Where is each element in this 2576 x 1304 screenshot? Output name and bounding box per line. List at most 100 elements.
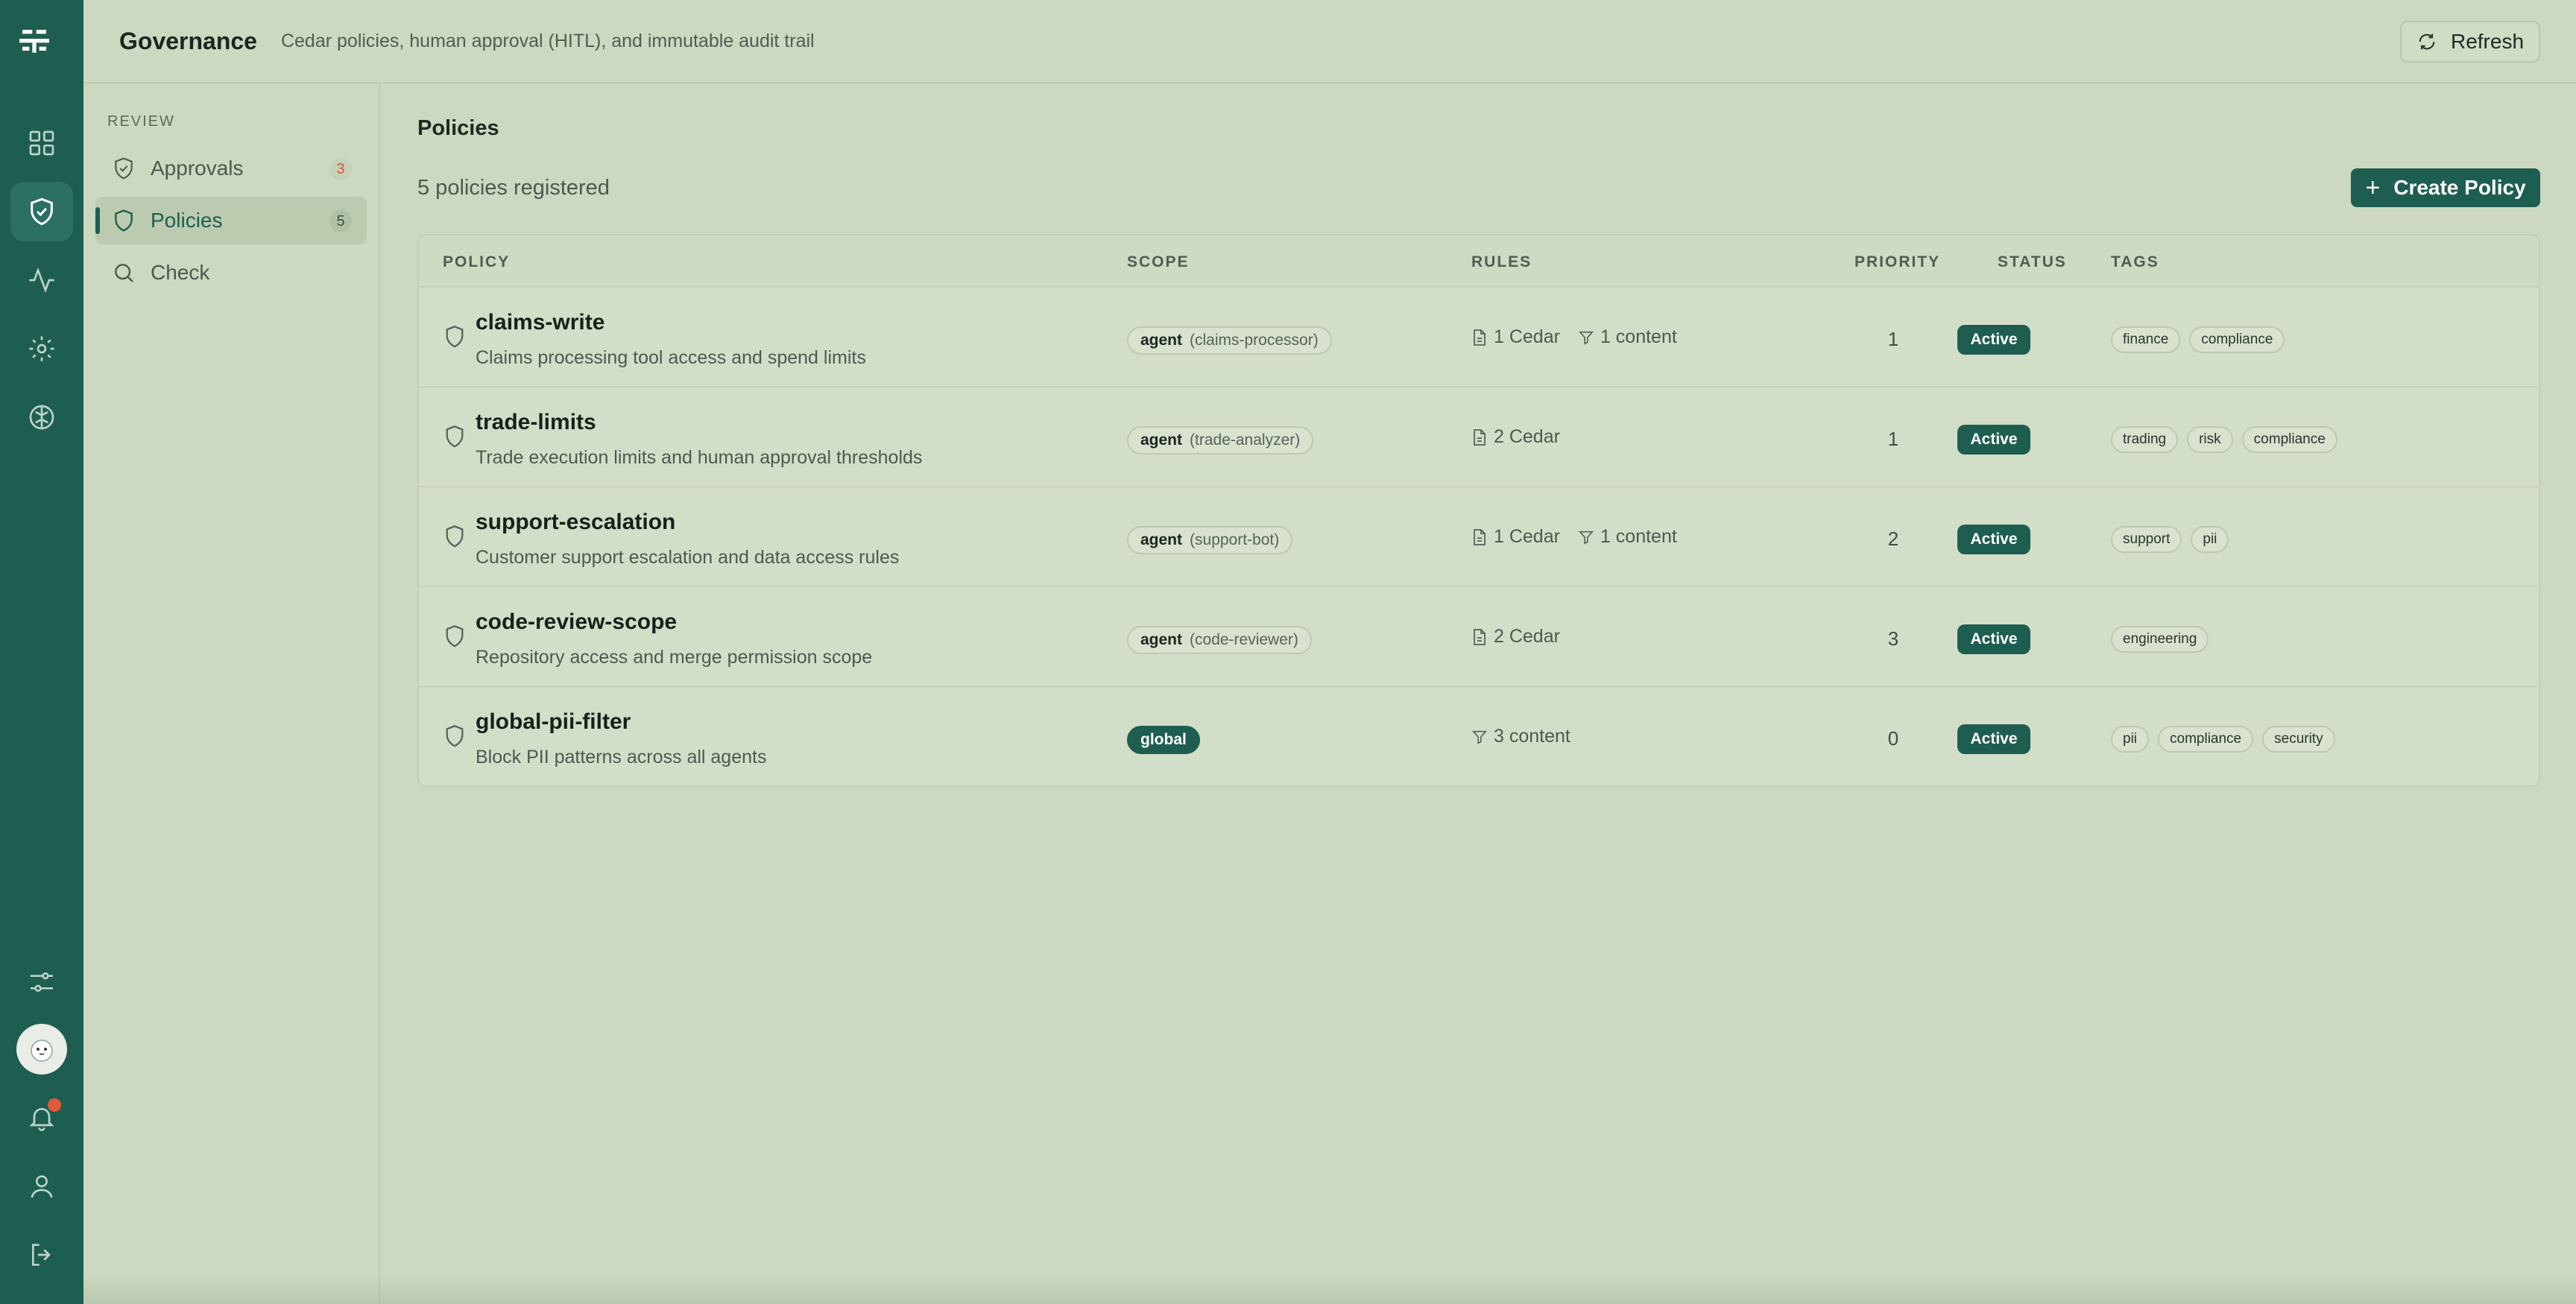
status-badge: Active: [1957, 325, 2030, 355]
shield-icon: [112, 209, 136, 232]
tag: pii: [2191, 526, 2229, 553]
policy-name[interactable]: global-pii-filter: [476, 709, 631, 735]
rules-summary: 3 content: [1471, 726, 1570, 747]
shield-check-icon[interactable]: [10, 182, 73, 241]
dashboard-icon[interactable]: [10, 113, 73, 173]
table-row[interactable]: trade-limits Trade execution limits and …: [419, 387, 2539, 487]
scope-value: (trade-analyzer): [1190, 431, 1301, 449]
content-rule-count: 1 content: [1600, 326, 1677, 347]
avatar[interactable]: [16, 1024, 67, 1074]
tag: pii: [2111, 726, 2150, 753]
tag-list: engineering: [2111, 626, 2209, 653]
subnav-section-label: REVIEW: [107, 113, 175, 130]
tag: risk: [2187, 426, 2233, 453]
shield-check-icon: [112, 156, 136, 180]
logout-icon[interactable]: [10, 1225, 73, 1285]
content-rule-count: 3 content: [1494, 726, 1570, 747]
scope-value: (claims-processor): [1190, 332, 1319, 349]
scope-kind: global: [1140, 731, 1187, 748]
column-header-tags: TAGS: [2111, 253, 2159, 270]
subnav-item-approvals[interactable]: Approvals 3: [95, 145, 367, 192]
priority-value: 0: [1887, 727, 1899, 750]
filter-icon: [1471, 730, 1488, 744]
tag: trading: [2111, 426, 2179, 453]
policy-name[interactable]: support-escalation: [476, 510, 675, 535]
activity-icon[interactable]: [10, 250, 73, 310]
rules-summary: 2 Cedar: [1471, 426, 1560, 448]
policy-name[interactable]: trade-limits: [476, 410, 596, 435]
rules-summary: 2 Cedar: [1471, 626, 1560, 648]
policy-name[interactable]: code-review-scope: [476, 610, 677, 635]
settings-icon[interactable]: [10, 319, 73, 379]
table-header: POLICY SCOPE RULES PRIORITY STATUS TAGS: [419, 235, 2539, 288]
priority-value: 3: [1887, 627, 1899, 650]
shield-icon: [446, 425, 464, 448]
subnav-item-policies[interactable]: Policies 5: [95, 197, 367, 244]
scope-kind: agent: [1140, 332, 1183, 349]
create-policy-label: Create Policy: [2393, 176, 2526, 199]
scope-badge: agent (support-bot): [1127, 526, 1293, 554]
logo-icon[interactable]: [19, 27, 64, 69]
priority-value: 1: [1887, 328, 1899, 350]
scope-badge: global: [1127, 726, 1200, 754]
shield-icon: [446, 525, 464, 548]
policies-table: POLICY SCOPE RULES PRIORITY STATUS TAGS …: [417, 234, 2540, 787]
policy-description: Claims processing tool access and spend …: [476, 347, 866, 368]
user-icon[interactable]: [10, 1156, 73, 1216]
governance-subnav: REVIEW Approvals 3 Policies 5 Check: [83, 83, 380, 1304]
file-icon: [1474, 528, 1486, 545]
tag-list: pii compliance security: [2111, 726, 2335, 753]
shield-icon: [446, 725, 464, 747]
priority-value: 1: [1887, 428, 1899, 450]
cedar-rule-count: 1 Cedar: [1494, 326, 1560, 347]
column-header-policy: POLICY: [443, 253, 511, 270]
scope-badge: agent (trade-analyzer): [1127, 426, 1314, 455]
policy-description: Repository access and merge permission s…: [476, 647, 873, 668]
column-header-status: STATUS: [1998, 253, 2067, 270]
tag: compliance: [2241, 426, 2337, 453]
bottom-shadow: [83, 1274, 2576, 1304]
page-header: Governance Cedar policies, human approva…: [83, 0, 2576, 83]
search-icon: [112, 261, 136, 285]
tag-list: finance compliance: [2111, 326, 2285, 353]
tag: support: [2111, 526, 2182, 553]
policy-count-text: 5 policies registered: [417, 176, 610, 200]
policy-description: Trade execution limits and human approva…: [476, 447, 923, 468]
notification-dot: [48, 1098, 61, 1112]
refresh-button[interactable]: Refresh: [2400, 21, 2540, 63]
scope-badge: agent (claims-processor): [1127, 326, 1332, 355]
bell-icon[interactable]: [10, 1088, 73, 1148]
file-icon: [1474, 329, 1486, 346]
status-badge: Active: [1957, 525, 2030, 554]
tag: compliance: [2158, 726, 2254, 753]
policy-description: Customer support escalation and data acc…: [476, 547, 900, 568]
subnav-item-check[interactable]: Check: [95, 249, 367, 297]
cedar-rule-count: 1 Cedar: [1494, 526, 1560, 547]
cedar-rule-count: 2 Cedar: [1494, 426, 1560, 447]
filter-icon: [1578, 331, 1594, 345]
brain-icon[interactable]: [10, 387, 73, 447]
status-badge: Active: [1957, 724, 2030, 754]
page-title: Governance: [119, 27, 257, 54]
table-row[interactable]: code-review-scope Repository access and …: [419, 587, 2539, 687]
policies-count-badge: 5: [329, 210, 352, 232]
tag-list: support pii: [2111, 526, 2229, 553]
column-header-scope: SCOPE: [1127, 253, 1190, 270]
content-rule-count: 1 content: [1600, 526, 1677, 547]
rules-summary: 1 Cedar 1 content: [1471, 326, 1677, 348]
table-row[interactable]: support-escalation Customer support esca…: [419, 487, 2539, 587]
table-row[interactable]: claims-write Claims processing tool acce…: [419, 288, 2539, 387]
status-badge: Active: [1957, 425, 2030, 455]
refresh-label: Refresh: [2450, 30, 2525, 53]
subnav-item-label: Approvals: [151, 156, 244, 180]
scope-value: (support-bot): [1190, 531, 1280, 548]
subnav-item-label: Policies: [151, 209, 223, 232]
tag: finance: [2111, 326, 2181, 353]
filter-icon: [1578, 531, 1594, 545]
sliders-icon[interactable]: [10, 952, 73, 1012]
column-header-rules: RULES: [1471, 253, 1532, 270]
policy-name[interactable]: claims-write: [476, 310, 604, 335]
table-row[interactable]: global-pii-filter Block PII patterns acr…: [419, 687, 2539, 785]
create-policy-button[interactable]: + Create Policy: [2351, 168, 2540, 207]
approvals-count-badge: 3: [329, 158, 352, 180]
